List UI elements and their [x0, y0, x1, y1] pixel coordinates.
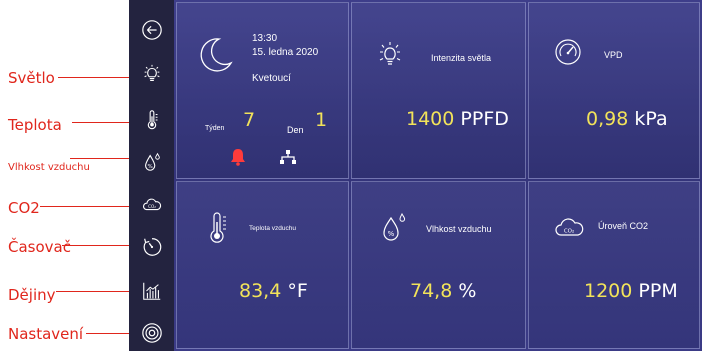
temperature-unit: °F: [287, 280, 308, 302]
callout-timer: Časovač: [8, 238, 71, 256]
callout-history: Dějiny: [8, 286, 56, 304]
sidebar: % CO₂: [129, 0, 174, 351]
sidebar-item-timer[interactable]: [129, 229, 174, 265]
sidebar-item-history[interactable]: [129, 273, 174, 309]
humidity-tile[interactable]: % Vlhkost vzduchu 74,8 %: [351, 181, 526, 349]
callout-light: Světlo: [8, 69, 55, 87]
light-intensity-tile[interactable]: Intenzita světla 1400 PPFD: [351, 2, 526, 179]
grow-phase: Kvetoucí: [252, 73, 291, 84]
temperature-label: Teplota vzduchu: [249, 225, 296, 232]
vpd-unit: kPa: [634, 108, 668, 130]
sidebar-item-temperature[interactable]: [129, 102, 174, 138]
annotation-callouts: Světlo Teplota Vlhkost vzduchu CO2 Časov…: [0, 0, 140, 351]
svg-text:%: %: [388, 230, 395, 238]
day-label: Den: [287, 125, 304, 135]
temperature-value: 83,4: [239, 280, 282, 302]
svg-text:CO₂: CO₂: [148, 204, 156, 209]
thermometer-icon: [147, 110, 157, 130]
svg-text:%: %: [147, 164, 152, 170]
svg-text:CO₂: CO₂: [564, 229, 574, 235]
callout-humidity: Vlhkost vzduchu: [8, 162, 90, 173]
day-value: 1: [315, 109, 328, 131]
status-tile: 13:30 15. ledna 2020 Kvetoucí Týden 7 De…: [176, 2, 349, 179]
moon-icon: [200, 38, 233, 72]
humidity-drop-icon: %: [144, 152, 160, 171]
light-value: 1400: [406, 108, 455, 130]
week-value: 7: [243, 109, 256, 131]
co2-cloud-icon: CO₂: [142, 198, 161, 211]
alarm-bell-icon[interactable]: [230, 148, 246, 166]
callout-line-co2: [40, 204, 140, 208]
lightbulb-icon: [379, 42, 401, 65]
callout-line-humidity: [70, 156, 140, 160]
vpd-reading: 0,98 kPa: [586, 108, 668, 130]
callout-settings: Nastavení: [8, 325, 84, 343]
history-chart-icon: [142, 282, 160, 300]
lightbulb-icon: [143, 64, 160, 81]
humidity-unit: %: [458, 280, 477, 302]
network-icon[interactable]: [280, 150, 296, 164]
co2-reading: 1200 PPM: [584, 280, 678, 302]
settings-icon: [141, 323, 162, 343]
callout-temperature: Teplota: [8, 116, 62, 134]
status-date: 15. ledna 2020: [252, 47, 319, 58]
callout-co2: CO2: [8, 199, 40, 217]
vpd-label: VPD: [604, 50, 623, 60]
humidity-drop-icon: %: [383, 212, 406, 241]
co2-tile[interactable]: CO₂ Úroveň CO2 1200 PPM: [528, 181, 700, 349]
sidebar-item-settings[interactable]: [129, 315, 174, 351]
status-time: 13:30: [252, 33, 278, 44]
light-reading: 1400 PPFD: [406, 108, 509, 130]
vpd-value: 0,98: [586, 108, 629, 130]
light-label: Intenzita světla: [431, 53, 492, 63]
back-arrow-icon: [141, 20, 162, 40]
vpd-tile[interactable]: VPD 0,98 kPa: [528, 2, 700, 179]
week-label: Týden: [205, 125, 225, 132]
callout-line-history: [56, 289, 140, 293]
sidebar-item-co2[interactable]: CO₂: [129, 187, 174, 223]
co2-label: Úroveň CO2: [598, 221, 649, 231]
back-button[interactable]: [129, 12, 174, 48]
sidebar-item-light[interactable]: [129, 56, 174, 92]
co2-value: 1200: [584, 280, 633, 302]
thermometer-icon: [210, 212, 226, 243]
callout-line-light: [58, 75, 140, 79]
callout-line-timer: [62, 243, 140, 247]
sidebar-item-humidity[interactable]: %: [129, 144, 174, 180]
humidity-label: Vlhkost vzduchu: [426, 224, 492, 234]
humidity-reading: 74,8 %: [410, 280, 476, 302]
humidity-value: 74,8: [410, 280, 453, 302]
temperature-tile[interactable]: Teplota vzduchu 83,4 °F: [176, 181, 349, 349]
dashboard-panel: 13:30 15. ledna 2020 Kvetoucí Týden 7 De…: [174, 0, 702, 351]
co2-unit: PPM: [638, 280, 678, 302]
timer-icon: [143, 238, 161, 256]
light-unit: PPFD: [460, 108, 509, 130]
co2-cloud-icon: CO₂: [555, 218, 584, 236]
gauge-icon: [555, 39, 581, 65]
temperature-reading: 83,4 °F: [239, 280, 308, 302]
